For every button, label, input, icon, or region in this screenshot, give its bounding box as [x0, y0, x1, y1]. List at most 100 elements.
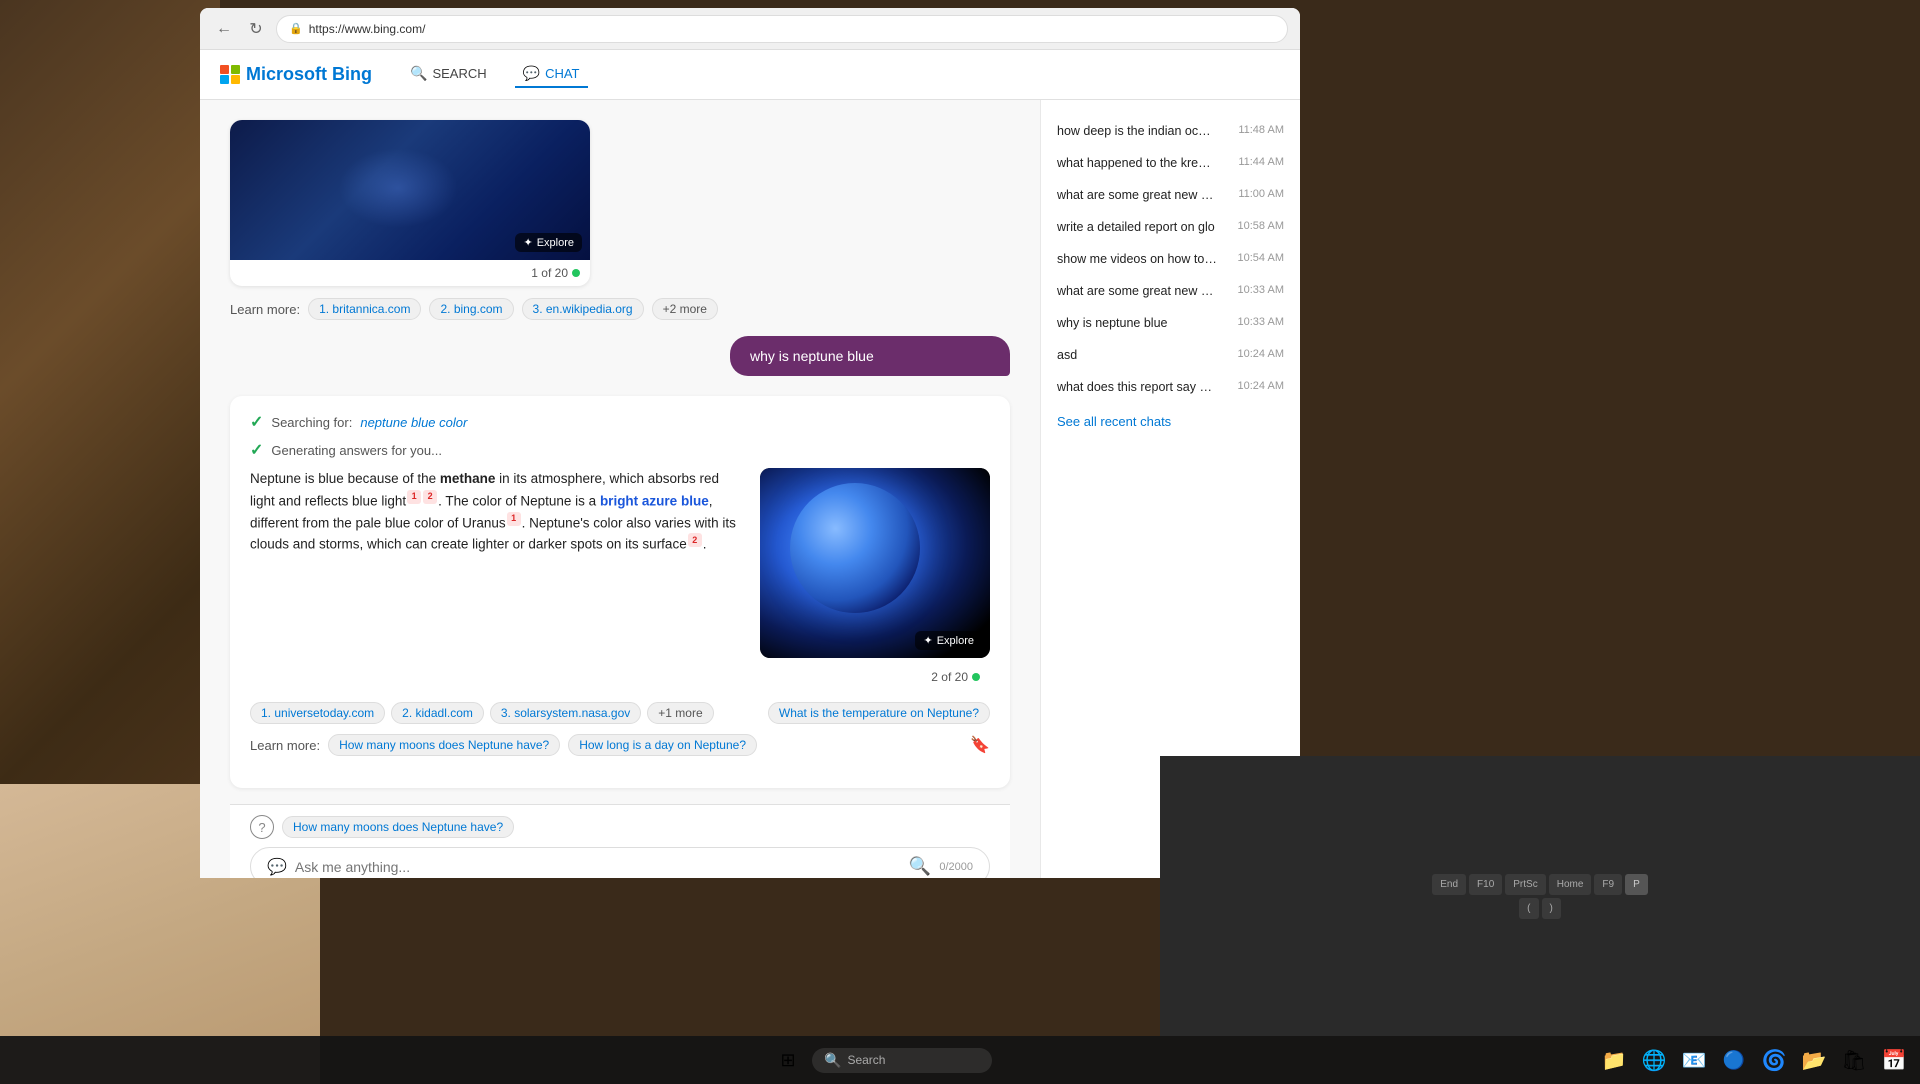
source-2-3[interactable]: 3. solarsystem.nasa.gov	[490, 702, 641, 724]
bing-navbar: Microsoft Bing 🔍 SEARCH 💬 CHAT	[200, 50, 1300, 100]
tab-search[interactable]: 🔍 SEARCH	[402, 61, 495, 88]
recent-chat-item-3[interactable]: write a detailed report on glo 10:58 AM	[1041, 212, 1300, 244]
taskbar-calendar[interactable]: 📅	[1876, 1042, 1912, 1078]
neptune-image-1: ✦ Explore	[230, 120, 590, 260]
compass-icon: ✦	[523, 236, 532, 249]
ref-2: 2	[423, 490, 437, 504]
chat-query-3: write a detailed report on glo	[1057, 220, 1215, 234]
taskbar-folder[interactable]: 📁	[1596, 1042, 1632, 1078]
chat-time-7: 10:24 AM	[1238, 348, 1284, 360]
url-bar[interactable]: 🔒 https://www.bing.com/	[276, 15, 1288, 43]
source-chip-1-more[interactable]: +2 more	[652, 298, 718, 320]
url-text: https://www.bing.com/	[309, 22, 426, 36]
browser-window: ← ↻ 🔒 https://www.bing.com/ Microsoft Bi…	[200, 8, 1300, 878]
message-icon: 💬	[267, 857, 287, 877]
flag-blue	[220, 75, 229, 84]
bold-methane: methane	[440, 471, 496, 486]
search-status-2: ✓ Generating answers for you...	[250, 440, 990, 460]
search-term: neptune blue color	[360, 415, 467, 430]
search-status-1: ✓ Searching for: neptune blue color	[250, 412, 990, 432]
chat-query-4: show me videos on how to tie a	[1057, 252, 1217, 266]
chat-query-0: how deep is the indian ocean	[1057, 124, 1217, 138]
recent-chat-item-1[interactable]: what happened to the kremlin t 11:44 AM	[1041, 148, 1300, 180]
taskbar-search[interactable]: 🔍 Search	[812, 1048, 992, 1073]
ai-response-block: ✓ Searching for: neptune blue color ✓ Ge…	[230, 396, 1010, 788]
chat-time-6: 10:33 AM	[1238, 316, 1284, 328]
bing-logo: Microsoft Bing	[220, 64, 372, 85]
recent-chat-item-8[interactable]: what does this report say abou 10:24 AM	[1041, 372, 1300, 404]
source-chip-1-3[interactable]: 3. en.wikipedia.org	[522, 298, 644, 320]
searching-label: Searching for:	[271, 415, 352, 430]
chat-panel: ✦ Explore 1 of 20 Learn more: 1. britann…	[200, 100, 1040, 878]
chat-time-0: 11:48 AM	[1238, 124, 1284, 136]
source-2-more[interactable]: +1 more	[647, 702, 713, 724]
suggestion-temp[interactable]: What is the temperature on Neptune?	[768, 702, 990, 724]
source-chip-1-1[interactable]: 1. britannica.com	[308, 298, 421, 320]
windows-start-button[interactable]: ⊞	[768, 1040, 808, 1080]
chat-time-1: 11:44 AM	[1238, 156, 1284, 168]
chat-query-2: what are some great new restau	[1057, 188, 1217, 202]
suggestion-day[interactable]: How long is a day on Neptune?	[568, 734, 757, 756]
learn-more-label-1: Learn more:	[230, 302, 300, 317]
chat-query-6: why is neptune blue	[1057, 316, 1168, 330]
address-bar: ← ↻ 🔒 https://www.bing.com/	[200, 8, 1300, 50]
chat-time-4: 10:54 AM	[1238, 252, 1284, 264]
chat-icon: 💬	[523, 65, 540, 82]
search-icon: 🔍	[410, 65, 427, 82]
source-chip-1-2[interactable]: 2. bing.com	[429, 298, 513, 320]
taskbar-edge[interactable]: 🌀	[1756, 1042, 1792, 1078]
tab-chat[interactable]: 💬 CHAT	[515, 61, 588, 88]
chat-query-7: asd	[1057, 348, 1077, 362]
source-2-2[interactable]: 2. kidadl.com	[391, 702, 484, 724]
char-count: 0/2000	[939, 861, 973, 873]
taskbar-files[interactable]: 📂	[1796, 1042, 1832, 1078]
ref-4: 2	[688, 533, 702, 547]
refresh-button[interactable]: ↻	[244, 17, 268, 41]
chat-query-8: what does this report say abou	[1057, 380, 1217, 394]
taskbar-teams[interactable]: 🔵	[1716, 1042, 1752, 1078]
recent-chat-list: how deep is the indian ocean 11:48 AM wh…	[1041, 116, 1300, 404]
taskbar-browser[interactable]: 🌐	[1636, 1042, 1672, 1078]
response-period: .	[703, 537, 707, 552]
taskbar-mail[interactable]: 📧	[1676, 1042, 1712, 1078]
flag-green	[231, 65, 240, 74]
recent-chat-item-7[interactable]: asd 10:24 AM	[1041, 340, 1300, 372]
explore-button-1[interactable]: ✦ Explore	[515, 233, 582, 252]
flag-red	[220, 65, 229, 74]
highlight-azure: bright azure blue	[600, 493, 709, 508]
back-button[interactable]: ←	[212, 17, 236, 41]
recent-chat-item-2[interactable]: what are some great new restau 11:00 AM	[1041, 180, 1300, 212]
recent-chat-item-5[interactable]: what are some great new restau 10:33 AM	[1041, 276, 1300, 308]
neptune-explore-btn[interactable]: ✦ Explore	[915, 631, 982, 650]
recent-chat-item-0[interactable]: how deep is the indian ocean 11:48 AM	[1041, 116, 1300, 148]
bing-search-icon: 🔍	[909, 856, 931, 877]
recent-chat-item-6[interactable]: why is neptune blue 10:33 AM	[1041, 308, 1300, 340]
suggestion-chip-moons[interactable]: How many moons does Neptune have?	[282, 816, 514, 838]
checkmark-2: ✓	[250, 440, 263, 460]
input-field-row: 💬 🔍 0/2000	[250, 847, 990, 878]
input-area: ? How many moons does Neptune have? 💬 🔍 …	[230, 804, 1010, 878]
green-dot-1	[572, 269, 580, 277]
recent-chat-item-4[interactable]: show me videos on how to tie a 10:54 AM	[1041, 244, 1300, 276]
first-response-block: ✦ Explore 1 of 20 Learn more: 1. britann…	[230, 120, 1010, 320]
image-count-1: 1 of 20	[230, 260, 590, 286]
source-2-1[interactable]: 1. universetoday.com	[250, 702, 385, 724]
chat-query-1: what happened to the kremlin t	[1057, 156, 1217, 170]
learn-more-row-2: Learn more: How many moons does Neptune …	[250, 734, 990, 756]
neptune-image-2: ✦ Explore	[760, 468, 990, 658]
chat-query-5: what are some great new restau	[1057, 284, 1217, 298]
chat-input[interactable]	[295, 859, 901, 875]
tab-chat-label: CHAT	[545, 66, 579, 81]
learn-more-label-2: Learn more:	[250, 738, 320, 753]
first-image-card: ✦ Explore 1 of 20	[230, 120, 590, 286]
ref-3: 1	[507, 512, 521, 526]
bookmark-icon[interactable]: 🔖	[970, 735, 990, 755]
neptune-bg: ✦ Explore	[760, 468, 990, 658]
response-footer: 1. universetoday.com 2. kidadl.com 3. so…	[250, 702, 990, 756]
flag-yellow	[231, 75, 240, 84]
see-all-chats[interactable]: See all recent chats	[1041, 404, 1300, 439]
image-count-2: 2 of 20	[250, 664, 990, 690]
chat-time-2: 11:00 AM	[1238, 188, 1284, 200]
suggestion-moons[interactable]: How many moons does Neptune have?	[328, 734, 560, 756]
taskbar-store[interactable]: 🛍	[1836, 1042, 1872, 1078]
